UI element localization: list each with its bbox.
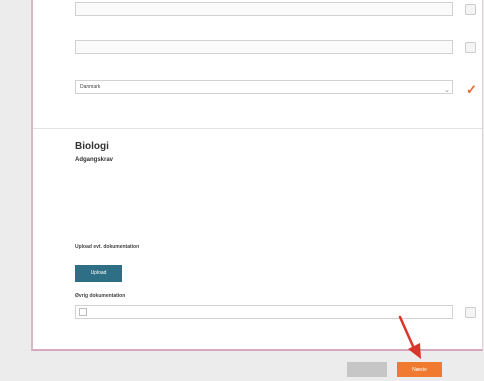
admission-requirements-heading: Adgangskrav [75, 157, 114, 163]
previous-button[interactable] [347, 362, 387, 377]
admission-requirements-text [75, 164, 473, 192]
upload-label: Upload evt. dokumentation [75, 244, 140, 250]
other-documentation-row[interactable] [75, 305, 453, 319]
other-documentation-label: Øvrig dokumentation [75, 293, 126, 299]
upload-button[interactable]: Upload [75, 265, 122, 282]
other-documentation-checkbox[interactable] [79, 308, 87, 316]
country-value: Danmark [80, 84, 101, 90]
field-status-icon [465, 4, 476, 15]
field2-status-icon [465, 42, 476, 53]
next-button[interactable]: Næste [397, 362, 442, 377]
chevron-down-icon[interactable]: ⌄ [444, 86, 450, 94]
country-select[interactable]: Danmark [75, 80, 453, 94]
section-divider [33, 128, 482, 129]
field2-input[interactable] [75, 40, 453, 54]
personal-info-section: Danmark ⌄ ✓ [33, 0, 482, 118]
row-status-icon [465, 307, 476, 318]
section-title-biologi: Biologi [75, 141, 109, 152]
requirements-paragraph [75, 164, 473, 192]
application-form-card: Danmark ⌄ ✓ Biologi Adgangskrav Upload e… [31, 0, 483, 351]
wizard-footer: Næste [31, 353, 483, 381]
checkmark-icon: ✓ [466, 82, 477, 97]
top-input-field[interactable] [75, 2, 453, 16]
